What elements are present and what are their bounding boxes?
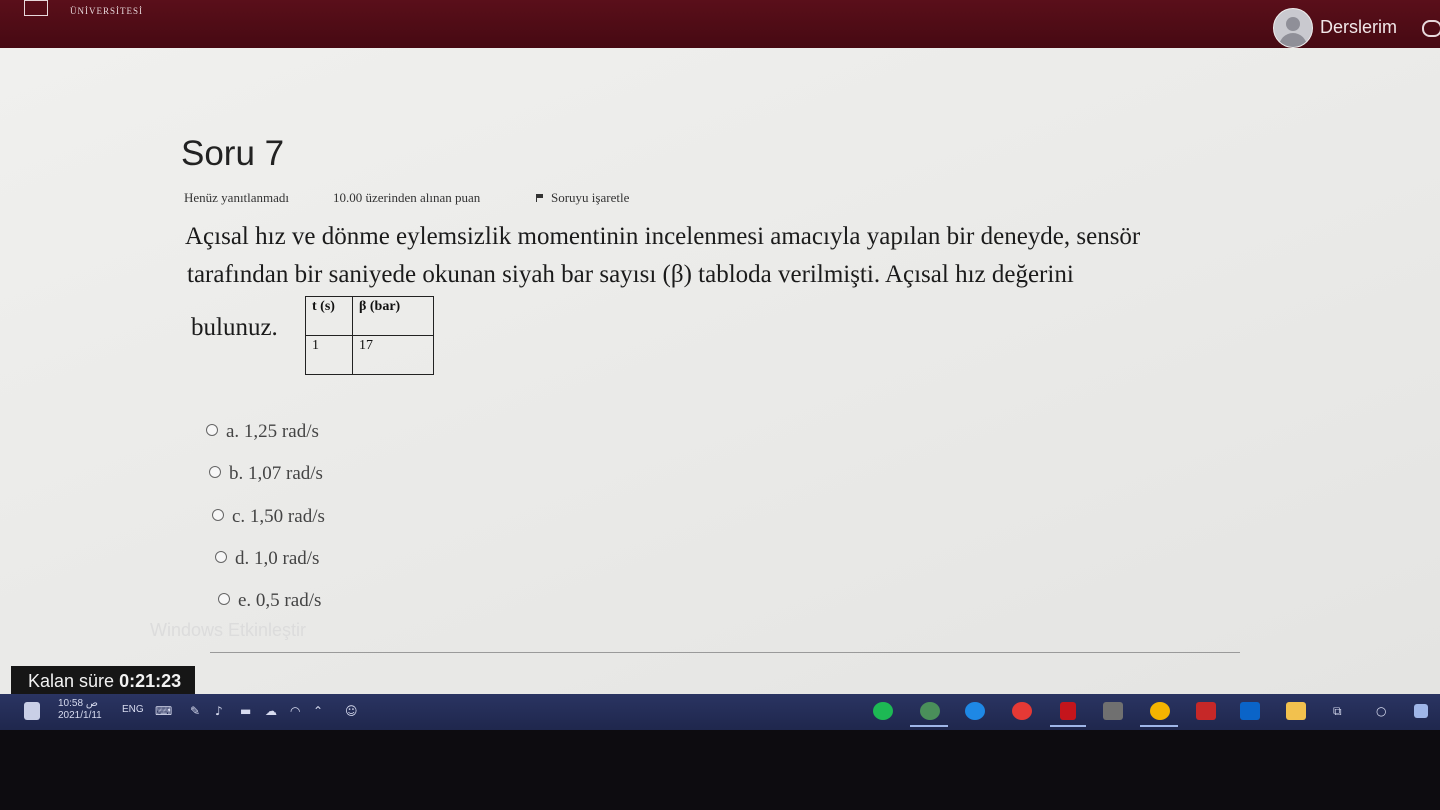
whatsapp-icon[interactable] [920, 702, 940, 720]
table-cell-beta: 17 [352, 335, 434, 375]
avatar-head [1286, 17, 1300, 31]
mail-icon[interactable] [1240, 702, 1260, 720]
option-b-label: b. 1,07 rad/s [229, 463, 323, 484]
data-table: t (s) β (bar) 1 17 [305, 296, 434, 375]
option-a-label: a. 1,25 rad/s [226, 421, 319, 442]
cloud-icon[interactable]: ☁ [265, 704, 277, 718]
question-text-line-3: bulunuz. [191, 314, 278, 341]
table-header-beta: β (bar) [352, 296, 434, 336]
clock-date: 2021/1/11 [58, 710, 102, 721]
active-app-indicator [910, 725, 948, 727]
netflix-icon[interactable] [1060, 702, 1076, 720]
logo-text: ÜNİVERSİTESİ [70, 6, 143, 16]
store-icon[interactable] [1103, 702, 1123, 720]
my-courses-link[interactable]: Derslerim [1320, 17, 1397, 38]
taskbar-clock[interactable]: 10:58 ص 2021/1/11 [58, 698, 102, 722]
radio-icon[interactable] [206, 424, 218, 436]
search-icon[interactable]: ○ [1376, 704, 1386, 718]
chevron-up-icon[interactable]: ⌃ [313, 704, 323, 718]
people-icon[interactable]: ☺ [345, 704, 358, 718]
windows-taskbar: 10:58 ص 2021/1/11 ENG ⌨ ✎ ♪ ▬ ☁ ◠ ⌃ ☺ ⧉ … [0, 694, 1440, 730]
flag-icon [536, 194, 545, 202]
language-indicator[interactable]: ENG [122, 704, 144, 715]
option-d[interactable]: d. 1,0 rad/s [215, 548, 319, 570]
active-app-indicator [1140, 725, 1178, 727]
notification-icon[interactable] [24, 702, 40, 720]
table-cell-t: 1 [305, 335, 353, 375]
flag-question-link[interactable]: Soruyu işaretle [536, 190, 629, 206]
clock-time: 10:58 ص [58, 698, 98, 709]
volume-icon[interactable]: ♪ [215, 704, 223, 718]
time-remaining: Kalan süre 0:21:23 [11, 666, 196, 696]
time-remaining-label: Kalan süre [28, 671, 115, 691]
option-c[interactable]: c. 1,50 rad/s [212, 506, 325, 528]
media-player-icon[interactable] [1012, 702, 1032, 720]
task-view-icon[interactable]: ⧉ [1333, 704, 1342, 719]
battery-icon[interactable]: ▬ [240, 704, 251, 718]
chrome-icon[interactable] [1150, 702, 1170, 720]
pen-icon[interactable]: ✎ [190, 704, 200, 718]
flag-question-label: Soruyu işaretle [551, 190, 630, 205]
option-c-label: c. 1,50 rad/s [232, 506, 325, 527]
option-a[interactable]: a. 1,25 rad/s [206, 421, 319, 443]
avatar-body [1279, 33, 1307, 47]
university-logo[interactable] [24, 0, 48, 16]
radio-icon[interactable] [212, 509, 224, 521]
windows-activation-watermark: Windows Etkinleştir [150, 620, 307, 640]
red-app-icon[interactable] [1196, 702, 1216, 720]
active-app-indicator [1050, 725, 1086, 727]
wifi-icon[interactable]: ◠ [290, 704, 300, 718]
divider [210, 652, 1240, 653]
radio-icon[interactable] [218, 593, 230, 605]
file-explorer-icon[interactable] [1286, 702, 1306, 720]
table-header-t: t (s) [305, 296, 353, 336]
edge-icon[interactable] [965, 702, 985, 720]
question-text-line-2: tarafından bir saniyede okunan siyah bar… [187, 261, 1074, 288]
radio-icon[interactable] [215, 551, 227, 563]
question-text: Açısal hız ve dönme eylemsizlik momentin… [185, 218, 1305, 294]
question-title: Soru 7 [181, 134, 285, 173]
chat-icon[interactable] [1422, 20, 1440, 37]
question-status: Henüz yanıtlanmadı [184, 190, 290, 205]
question-points: 10.00 üzerinden alınan puan [333, 190, 481, 205]
user-avatar[interactable] [1273, 8, 1313, 48]
radio-icon[interactable] [209, 466, 221, 478]
start-windows-icon[interactable] [1414, 704, 1428, 718]
option-d-label: d. 1,0 rad/s [235, 548, 320, 569]
keyboard-icon[interactable]: ⌨ [155, 704, 172, 718]
option-b[interactable]: b. 1,07 rad/s [209, 463, 323, 485]
option-e[interactable]: e. 0,5 rad/s [218, 590, 321, 612]
spotify-icon[interactable] [873, 702, 893, 720]
question-text-line-1: Açısal hız ve dönme eylemsizlik momentin… [185, 223, 1141, 250]
option-e-label: e. 0,5 rad/s [238, 590, 322, 611]
time-remaining-value: 0:21:23 [119, 671, 182, 691]
